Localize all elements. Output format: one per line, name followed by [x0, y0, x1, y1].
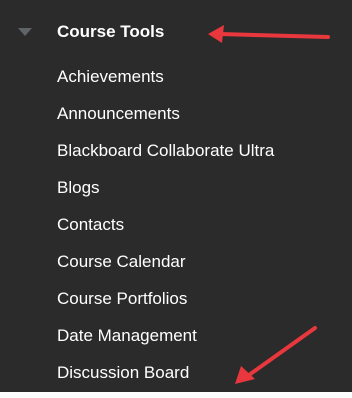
tool-item-label[interactable]: Course Portfolios — [57, 288, 187, 310]
panel-bottom-edge — [0, 392, 352, 398]
triangle-down-icon[interactable] — [18, 28, 32, 36]
tool-item-blackboard-collaborate-ultra[interactable]: Blackboard Collaborate Ultra — [0, 134, 352, 171]
course-tools-section-header[interactable]: Course Tools — [0, 0, 352, 60]
tool-item-label[interactable]: Contacts — [57, 214, 124, 236]
tool-item-label[interactable]: Discussion Board — [57, 362, 189, 384]
course-menu-panel: Course Tools Achievements Announcements … — [0, 0, 352, 398]
tool-item-label[interactable]: Date Management — [57, 325, 197, 347]
tool-item-label[interactable]: Blackboard Collaborate Ultra — [57, 140, 274, 162]
section-title: Course Tools — [57, 22, 165, 41]
tool-item-course-portfolios[interactable]: Course Portfolios — [0, 282, 352, 319]
course-tools-list: Achievements Announcements Blackboard Co… — [0, 60, 352, 393]
tool-item-course-calendar[interactable]: Course Calendar — [0, 245, 352, 282]
tool-item-achievements[interactable]: Achievements — [0, 60, 352, 97]
tool-item-label[interactable]: Course Calendar — [57, 251, 186, 273]
tool-item-label[interactable]: Announcements — [57, 103, 180, 125]
tool-item-announcements[interactable]: Announcements — [0, 97, 352, 134]
tool-item-blogs[interactable]: Blogs — [0, 171, 352, 208]
tool-item-discussion-board[interactable]: Discussion Board — [0, 356, 352, 393]
tool-item-contacts[interactable]: Contacts — [0, 208, 352, 245]
tool-item-date-management[interactable]: Date Management — [0, 319, 352, 356]
tool-item-label[interactable]: Blogs — [57, 177, 100, 199]
tool-item-label[interactable]: Achievements — [57, 66, 164, 88]
